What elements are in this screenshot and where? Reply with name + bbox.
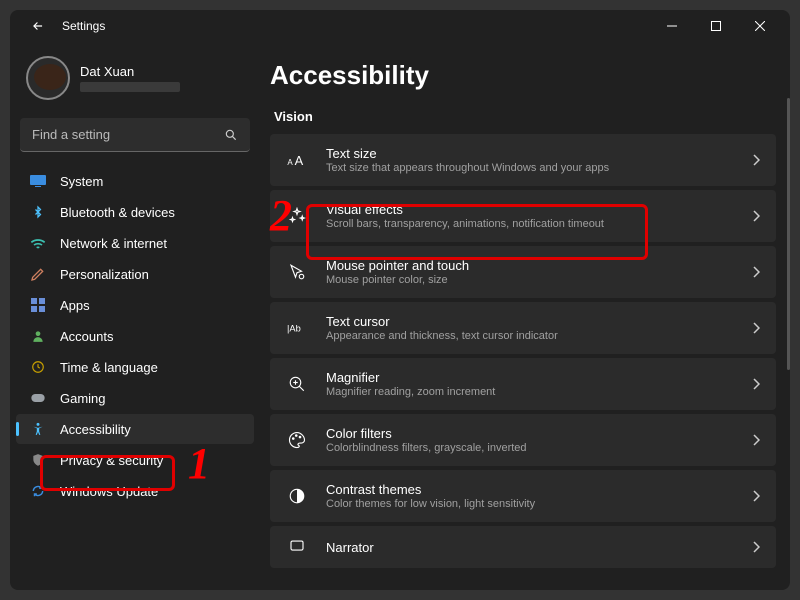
sidebar-item-time[interactable]: Time & language — [16, 352, 254, 382]
sidebar-item-network[interactable]: Network & internet — [16, 228, 254, 258]
apps-icon — [30, 297, 46, 313]
card-color-filters[interactable]: Color filtersColorblindness filters, gra… — [270, 414, 776, 466]
card-title: Narrator — [326, 540, 374, 555]
card-title: Magnifier — [326, 370, 495, 385]
back-button[interactable] — [26, 14, 50, 38]
textsize-icon: AA — [286, 152, 308, 168]
card-text-cursor[interactable]: |Ab Text cursorAppearance and thickness,… — [270, 302, 776, 354]
sidebar: Dat Xuan Find a setting System Bluetooth… — [10, 42, 260, 590]
settings-window: Settings Dat Xuan Find a setting System … — [10, 10, 790, 590]
sidebar-item-label: Windows Update — [60, 484, 158, 499]
sidebar-item-privacy[interactable]: Privacy & security — [16, 445, 254, 475]
sidebar-item-label: Accounts — [60, 329, 113, 344]
sidebar-item-label: Gaming — [60, 391, 106, 406]
card-desc: Colorblindness filters, grayscale, inver… — [326, 442, 527, 454]
card-mouse-pointer[interactable]: Mouse pointer and touchMouse pointer col… — [270, 246, 776, 298]
search-placeholder: Find a setting — [32, 127, 224, 142]
search-input[interactable]: Find a setting — [20, 118, 250, 152]
chevron-right-icon — [752, 378, 760, 390]
sidebar-item-label: Accessibility — [60, 422, 131, 437]
privacy-icon — [30, 452, 46, 468]
personalization-icon — [30, 266, 46, 282]
colorfilters-icon — [286, 431, 308, 449]
magnifier-icon — [286, 375, 308, 393]
section-heading: Vision — [274, 109, 786, 124]
card-magnifier[interactable]: MagnifierMagnifier reading, zoom increme… — [270, 358, 776, 410]
sidebar-item-system[interactable]: System — [16, 166, 254, 196]
search-icon — [224, 128, 238, 142]
system-icon — [30, 173, 46, 189]
accounts-icon — [30, 328, 46, 344]
profile-name: Dat Xuan — [80, 64, 180, 79]
contrast-icon — [286, 487, 308, 505]
page-title: Accessibility — [270, 60, 786, 91]
card-title: Text size — [326, 146, 609, 161]
sidebar-item-bluetooth[interactable]: Bluetooth & devices — [16, 197, 254, 227]
svg-text:A: A — [295, 153, 304, 168]
chevron-right-icon — [752, 541, 760, 553]
sidebar-item-label: Personalization — [60, 267, 149, 282]
main-content: Accessibility Vision AA Text sizeText si… — [260, 42, 790, 590]
close-button[interactable] — [738, 10, 782, 42]
card-title: Visual effects — [326, 202, 604, 217]
avatar — [26, 56, 70, 100]
narrator-icon — [286, 538, 308, 556]
card-desc: Appearance and thickness, text cursor in… — [326, 330, 558, 342]
sidebar-item-label: Time & language — [60, 360, 158, 375]
svg-text:|Ab: |Ab — [287, 324, 301, 334]
profile-email-placeholder — [80, 82, 180, 92]
mouse-icon — [286, 263, 308, 281]
card-title: Text cursor — [326, 314, 558, 329]
effects-icon — [286, 207, 308, 225]
card-title: Contrast themes — [326, 482, 535, 497]
scrollbar[interactable] — [787, 98, 790, 370]
maximize-button[interactable] — [694, 10, 738, 42]
chevron-right-icon — [752, 266, 760, 278]
chevron-right-icon — [752, 490, 760, 502]
nav: System Bluetooth & devices Network & int… — [10, 162, 260, 510]
card-title: Color filters — [326, 426, 527, 441]
bluetooth-icon — [30, 204, 46, 220]
sidebar-item-personalization[interactable]: Personalization — [16, 259, 254, 289]
card-contrast-themes[interactable]: Contrast themesColor themes for low visi… — [270, 470, 776, 522]
card-desc: Magnifier reading, zoom increment — [326, 386, 495, 398]
card-text-size[interactable]: AA Text sizeText size that appears throu… — [270, 134, 776, 186]
accessibility-icon — [30, 421, 46, 437]
update-icon — [30, 483, 46, 499]
card-title: Mouse pointer and touch — [326, 258, 469, 273]
minimize-button[interactable] — [650, 10, 694, 42]
chevron-right-icon — [752, 210, 760, 222]
card-narrator[interactable]: Narrator — [270, 526, 776, 568]
sidebar-item-label: Network & internet — [60, 236, 167, 251]
card-desc: Mouse pointer color, size — [326, 274, 469, 286]
profile[interactable]: Dat Xuan — [10, 50, 260, 114]
chevron-right-icon — [752, 322, 760, 334]
card-desc: Color themes for low vision, light sensi… — [326, 498, 535, 510]
sidebar-item-label: Privacy & security — [60, 453, 163, 468]
time-icon — [30, 359, 46, 375]
sidebar-item-gaming[interactable]: Gaming — [16, 383, 254, 413]
card-desc: Text size that appears throughout Window… — [326, 162, 609, 174]
sidebar-item-label: System — [60, 174, 103, 189]
sidebar-item-accounts[interactable]: Accounts — [16, 321, 254, 351]
card-desc: Scroll bars, transparency, animations, n… — [326, 218, 604, 230]
sidebar-item-accessibility[interactable]: Accessibility — [16, 414, 254, 444]
titlebar: Settings — [10, 10, 790, 42]
sidebar-item-apps[interactable]: Apps — [16, 290, 254, 320]
window-controls — [650, 10, 782, 42]
cursor-icon: |Ab — [286, 320, 308, 336]
gaming-icon — [30, 390, 46, 406]
sidebar-item-label: Bluetooth & devices — [60, 205, 175, 220]
svg-text:A: A — [287, 158, 293, 167]
sidebar-item-update[interactable]: Windows Update — [16, 476, 254, 506]
chevron-right-icon — [752, 434, 760, 446]
chevron-right-icon — [752, 154, 760, 166]
app-title: Settings — [62, 19, 105, 33]
card-visual-effects[interactable]: Visual effectsScroll bars, transparency,… — [270, 190, 776, 242]
network-icon — [30, 235, 46, 251]
sidebar-item-label: Apps — [60, 298, 90, 313]
